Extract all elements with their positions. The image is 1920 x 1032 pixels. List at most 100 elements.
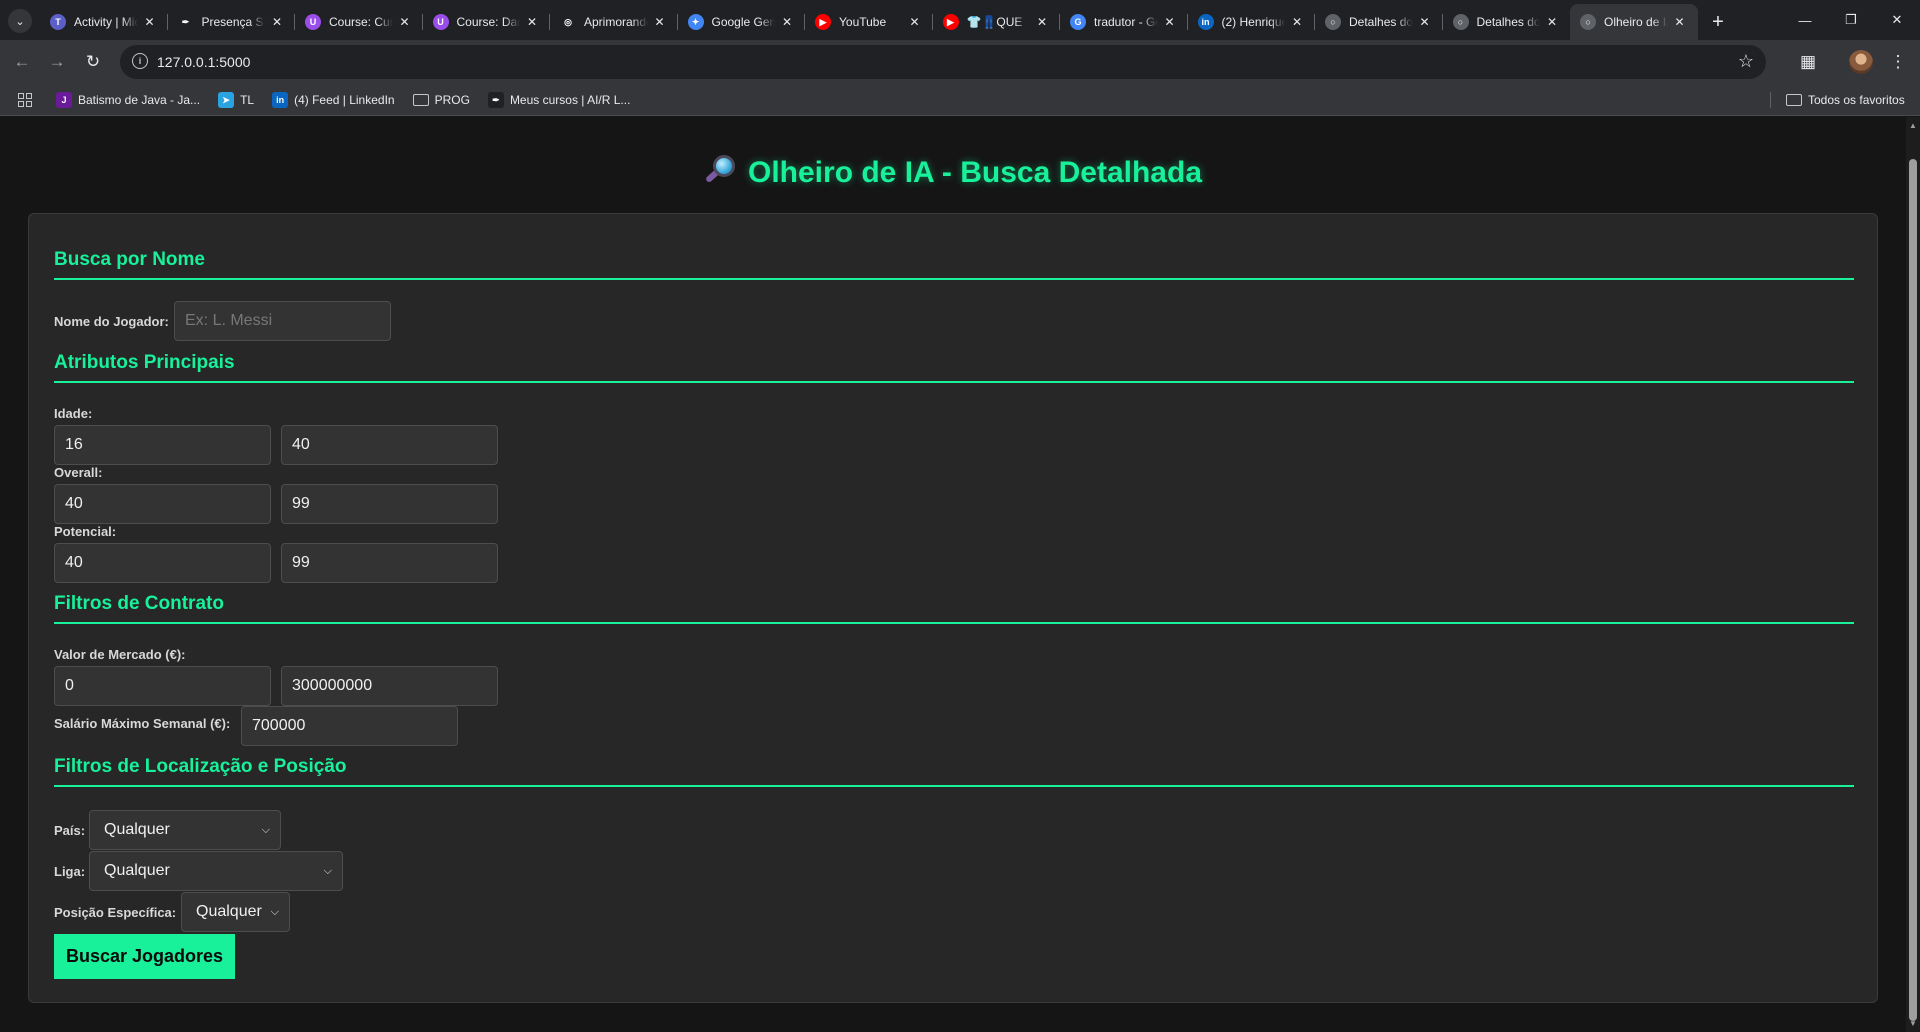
new-tab-button[interactable]: + — [1704, 8, 1732, 36]
forward-button[interactable]: → — [43, 48, 71, 76]
liga-label: Liga: — [54, 864, 86, 879]
close-icon[interactable]: ✕ — [1289, 14, 1305, 30]
close-icon[interactable]: ✕ — [142, 14, 158, 30]
potencial-max-input[interactable] — [281, 543, 498, 583]
player-name-input[interactable] — [174, 301, 391, 341]
bookmark-item[interactable]: ➤ TL — [218, 92, 254, 108]
valor-max-input[interactable] — [281, 666, 498, 706]
chevron-down-icon: ⌵ — [323, 864, 332, 877]
page-title: Olheiro de IA - Busca Detalhada — [0, 153, 1906, 190]
posicao-select-value: Qualquer — [196, 903, 262, 920]
overall-max-input[interactable] — [281, 484, 498, 524]
address-bar[interactable]: i 127.0.0.1:5000 ☆ — [120, 45, 1766, 79]
site-info-icon[interactable]: i — [132, 53, 148, 69]
tab-pen[interactable]: ✒ Presença SENAI✕ — [168, 4, 296, 40]
close-window-button[interactable]: ✕ — [1874, 0, 1920, 40]
bookmark-item[interactable]: PROG — [412, 93, 470, 107]
tab-gemini[interactable]: ✦ Google Gemini✕ — [678, 4, 806, 40]
browser-toolbar: ← → ↻ i 127.0.0.1:5000 ☆ ▦ ⋮ — [0, 40, 1920, 84]
reload-button[interactable]: ↻ — [79, 48, 107, 76]
bookmarks-bar: J Batismo de Java - Ja... ➤ TL in (4) Feed | … — [0, 84, 1920, 116]
idade-min-input[interactable] — [54, 425, 271, 465]
potencial-min-input[interactable] — [54, 543, 271, 583]
scroll-down-arrow-icon[interactable]: ▼ — [1909, 1019, 1917, 1028]
tab-youtube[interactable]: ▶ YouTube ✕ — [805, 4, 933, 40]
telegram-icon: ➤ — [218, 92, 235, 108]
page-scrollbar[interactable]: ▲ ▼ — [1906, 117, 1920, 1032]
course-icon: U — [432, 14, 449, 30]
tab-title: Olheiro de IA — [1604, 15, 1668, 29]
close-icon[interactable]: ✕ — [652, 14, 668, 30]
pais-select[interactable]: Qualquer ⌵ — [89, 810, 281, 850]
section-heading-contrato: Filtros de Contrato — [54, 593, 1854, 624]
valor-min-input[interactable] — [54, 666, 271, 706]
close-icon[interactable]: ✕ — [1672, 14, 1688, 30]
address-url[interactable]: 127.0.0.1:5000 — [157, 54, 250, 70]
tab-google[interactable]: Gtradutor - Google ✕ — [1060, 4, 1188, 40]
bookmark-item[interactable]: ✒ Meus cursos | AI/R L... — [487, 92, 631, 108]
idade-max-input[interactable] — [281, 425, 498, 465]
close-icon[interactable]: ✕ — [907, 14, 923, 30]
tab-course[interactable]: U Course: Curso ✕ — [295, 4, 423, 40]
close-icon[interactable]: ✕ — [1544, 14, 1560, 30]
extensions-icon[interactable]: ▦ — [1795, 49, 1821, 75]
scrollbar-thumb[interactable] — [1909, 159, 1917, 1021]
tab-globe[interactable]: ○ Olheiro de IA ✕ — [1570, 4, 1698, 40]
tab-globe[interactable]: ○ Detalhes do ✕ — [1443, 4, 1571, 40]
close-icon[interactable]: ✕ — [269, 14, 285, 30]
bookmarks-divider — [1770, 92, 1771, 108]
minimize-button[interactable]: — — [1782, 0, 1828, 40]
liga-select[interactable]: Qualquer ⌵ — [89, 851, 343, 891]
java-icon: J — [56, 92, 72, 108]
nome-label: Nome do Jogador: — [54, 314, 169, 329]
menu-icon[interactable]: ⋮ — [1885, 49, 1911, 75]
posicao-select[interactable]: Qualquer ⌵ — [181, 892, 290, 932]
salario-label: Salário Máximo Semanal (€): — [54, 716, 231, 731]
apps-grid-icon[interactable] — [18, 93, 32, 107]
salario-max-input[interactable] — [241, 706, 458, 746]
close-icon[interactable]: ✕ — [524, 14, 540, 30]
bookmark-star-icon[interactable]: ☆ — [1738, 51, 1754, 72]
potencial-label: Potencial: — [54, 524, 117, 539]
pen-icon: ✒ — [177, 14, 194, 30]
tab-youtube[interactable]: ▶ 👕👖QUE ✕ — [933, 4, 1061, 40]
bookmark-label: Batismo de Java - Ja... — [78, 93, 201, 107]
tab-globe[interactable]: ○ Detalhes do ✕ — [1315, 4, 1443, 40]
search-players-button[interactable]: Buscar Jogadores — [54, 934, 235, 979]
bookmark-list: J Batismo de Java - Ja... ➤ TL in (4) Feed | … — [56, 84, 648, 116]
tab-openai[interactable]: ◎ Aprimorando ✕ — [550, 4, 678, 40]
tab-teams[interactable]: T Activity | Microsoft Teams ✕ — [40, 4, 168, 40]
close-icon[interactable]: ✕ — [1034, 14, 1050, 30]
tab-title: Presença SENAI — [201, 15, 266, 29]
tab-title: 👕👖QUE — [966, 15, 1023, 29]
close-icon[interactable]: ✕ — [779, 14, 795, 30]
section-heading-localizacao: Filtros de Localização e Posição — [54, 756, 1854, 787]
globe-icon: ○ — [1580, 14, 1596, 30]
all-bookmarks-button[interactable]: Todos os favoritos — [1786, 84, 1905, 116]
tab-title: Detalhes do — [1476, 15, 1541, 29]
folder-icon — [412, 94, 429, 106]
overall-min-input[interactable] — [54, 484, 271, 524]
tab-title: Course: Dados — [456, 15, 521, 29]
youtube-icon: ▶ — [942, 14, 959, 30]
globe-icon: ○ — [1452, 14, 1469, 30]
restore-button[interactable]: ❐ — [1828, 0, 1874, 40]
scroll-up-arrow-icon[interactable]: ▲ — [1909, 121, 1917, 130]
tab-title: Google Gemini — [711, 15, 776, 29]
tab-course[interactable]: U Course: Dados✕ — [423, 4, 551, 40]
close-icon[interactable]: ✕ — [1417, 14, 1433, 30]
close-icon[interactable]: ✕ — [397, 14, 413, 30]
profile-avatar[interactable] — [1849, 50, 1873, 74]
pais-select-value: Qualquer — [104, 821, 170, 838]
section-heading-nome: Busca por Nome — [54, 249, 1854, 280]
close-icon[interactable]: ✕ — [1162, 14, 1178, 30]
back-button[interactable]: ← — [8, 48, 36, 76]
bookmark-label: PROG — [434, 93, 470, 107]
folder-icon — [1786, 94, 1802, 106]
teams-icon: T — [50, 14, 66, 30]
tab-search-button[interactable]: ⌄ — [8, 9, 32, 33]
tab-linkedin[interactable]: in (2) Henrique ✕ — [1188, 4, 1316, 40]
bookmark-item[interactable]: in (4) Feed | LinkedIn — [272, 92, 395, 108]
bookmark-item[interactable]: J Batismo de Java - Ja... — [56, 92, 200, 108]
bookmark-label: Meus cursos | AI/R L... — [509, 93, 631, 107]
